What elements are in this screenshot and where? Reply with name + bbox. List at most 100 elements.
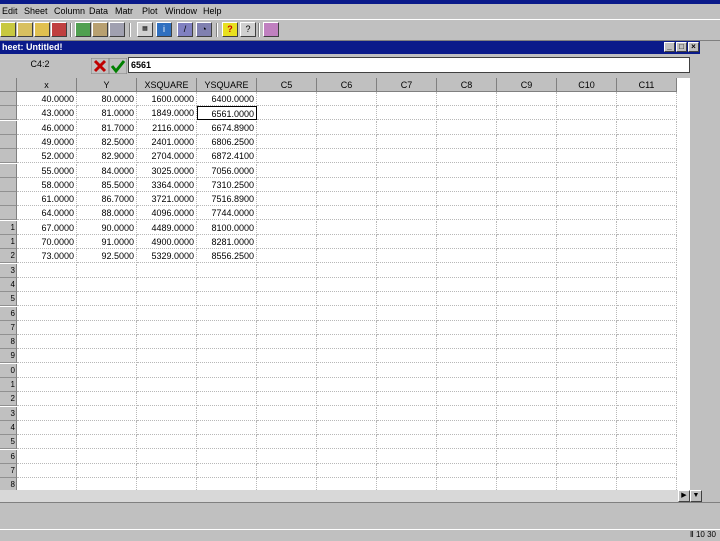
- grid-cell[interactable]: [617, 220, 677, 235]
- grid-cell[interactable]: [557, 435, 617, 450]
- grid-cell[interactable]: [77, 320, 137, 335]
- grid-cell[interactable]: [77, 420, 137, 435]
- grid-cell[interactable]: 7744.0000: [197, 206, 257, 221]
- grid-cell[interactable]: [77, 378, 137, 392]
- grid-cell[interactable]: [437, 206, 497, 221]
- grid-cell[interactable]: [377, 478, 437, 490]
- grid-cell[interactable]: [557, 478, 617, 490]
- grid-cell[interactable]: [617, 420, 677, 435]
- row-header[interactable]: [0, 192, 17, 207]
- grid-cell[interactable]: [317, 149, 377, 164]
- grid-cell[interactable]: [77, 335, 137, 350]
- grid-cell[interactable]: 82.9000: [77, 149, 137, 164]
- grid-cell[interactable]: [617, 263, 677, 278]
- grid-cell[interactable]: [617, 206, 677, 221]
- grid-cell[interactable]: [377, 292, 437, 307]
- grid-cell[interactable]: [497, 134, 557, 149]
- grid-cell[interactable]: [617, 335, 677, 350]
- grid-cell[interactable]: [137, 406, 197, 421]
- grid-cell[interactable]: [197, 435, 257, 450]
- row-header[interactable]: 5: [0, 435, 17, 450]
- grid-cell[interactable]: [557, 306, 617, 321]
- grid-cell[interactable]: [317, 120, 377, 135]
- grid-cell[interactable]: [317, 235, 377, 249]
- grid-cell[interactable]: [317, 349, 377, 364]
- grid-cell[interactable]: [317, 163, 377, 178]
- grid-cell[interactable]: [497, 263, 557, 278]
- grid-cell[interactable]: 55.0000: [17, 163, 77, 178]
- grid-cell[interactable]: [137, 435, 197, 450]
- grid-cell[interactable]: [377, 363, 437, 378]
- grid-cell[interactable]: [377, 163, 437, 178]
- grid-cell[interactable]: [557, 420, 617, 435]
- grid-cell[interactable]: 43.0000: [17, 106, 77, 121]
- grid-cell[interactable]: [257, 463, 317, 478]
- grid-cell[interactable]: 1849.0000: [137, 106, 197, 121]
- grid-cell[interactable]: [377, 277, 437, 292]
- menu-window[interactable]: Window: [165, 6, 197, 16]
- grid-cell[interactable]: [77, 363, 137, 378]
- grid-cell[interactable]: [617, 306, 677, 321]
- column-header[interactable]: C11: [617, 78, 677, 92]
- grid-cell[interactable]: [317, 220, 377, 235]
- grid-cell[interactable]: [437, 106, 497, 121]
- grid-cell[interactable]: [197, 263, 257, 278]
- grid-cell[interactable]: [377, 449, 437, 464]
- grid-cell[interactable]: [557, 149, 617, 164]
- grid-cell[interactable]: [557, 449, 617, 464]
- grid-cell[interactable]: [617, 120, 677, 135]
- grid-cell[interactable]: [317, 306, 377, 321]
- grid-cell[interactable]: 2704.0000: [137, 149, 197, 164]
- grid-cell[interactable]: [377, 220, 437, 235]
- row-header[interactable]: [0, 92, 17, 106]
- grid-cell[interactable]: [17, 406, 77, 421]
- grid-cell[interactable]: [497, 163, 557, 178]
- grid-cell[interactable]: [617, 106, 677, 121]
- grid-cell[interactable]: 4489.0000: [137, 220, 197, 235]
- grid-cell[interactable]: 1600.0000: [137, 92, 197, 106]
- grid-cell[interactable]: [137, 320, 197, 335]
- row-header[interactable]: 5: [0, 292, 17, 307]
- menu-data[interactable]: Data: [89, 6, 108, 16]
- grid-cell[interactable]: [557, 192, 617, 207]
- grid-cell[interactable]: [377, 463, 437, 478]
- grid-cell[interactable]: [317, 192, 377, 207]
- grid-cell[interactable]: [137, 363, 197, 378]
- grid-cell[interactable]: [557, 106, 617, 121]
- grid-cell[interactable]: [377, 206, 437, 221]
- grid-cell[interactable]: 81.0000: [77, 106, 137, 121]
- grid-cell[interactable]: [437, 320, 497, 335]
- grid-cell[interactable]: 88.0000: [77, 206, 137, 221]
- grid-cell[interactable]: [617, 406, 677, 421]
- column-header[interactable]: Y: [77, 78, 137, 92]
- grid-cell[interactable]: [137, 478, 197, 490]
- grid-cell[interactable]: [197, 478, 257, 490]
- grid-cell[interactable]: [317, 277, 377, 292]
- stats-icon[interactable]: ▦: [137, 22, 153, 37]
- grid-cell[interactable]: 2401.0000: [137, 134, 197, 149]
- grid-cell[interactable]: [497, 206, 557, 221]
- grid-cell[interactable]: [317, 406, 377, 421]
- grid-cell[interactable]: [437, 277, 497, 292]
- grid-cell[interactable]: [497, 92, 557, 106]
- import-icon[interactable]: [75, 22, 91, 37]
- grid-cell[interactable]: [617, 177, 677, 192]
- grid-cell[interactable]: [77, 277, 137, 292]
- grid-cell[interactable]: [617, 320, 677, 335]
- grid-cell[interactable]: [197, 277, 257, 292]
- grid-cell[interactable]: [317, 177, 377, 192]
- grid-cell[interactable]: [257, 335, 317, 350]
- grid-cell[interactable]: [437, 478, 497, 490]
- grid-cell[interactable]: [497, 106, 557, 121]
- grid-cell[interactable]: [317, 463, 377, 478]
- grid-cell[interactable]: 7310.2500: [197, 177, 257, 192]
- row-header[interactable]: 4: [0, 420, 17, 435]
- grid-cell[interactable]: [617, 235, 677, 249]
- grid-cell[interactable]: [497, 177, 557, 192]
- grid-cell[interactable]: 86.7000: [77, 192, 137, 207]
- grid-cell[interactable]: [617, 134, 677, 149]
- grid-cell[interactable]: 8281.0000: [197, 235, 257, 249]
- grid-cell[interactable]: [377, 420, 437, 435]
- row-header[interactable]: [0, 106, 17, 121]
- grid-cell[interactable]: [137, 292, 197, 307]
